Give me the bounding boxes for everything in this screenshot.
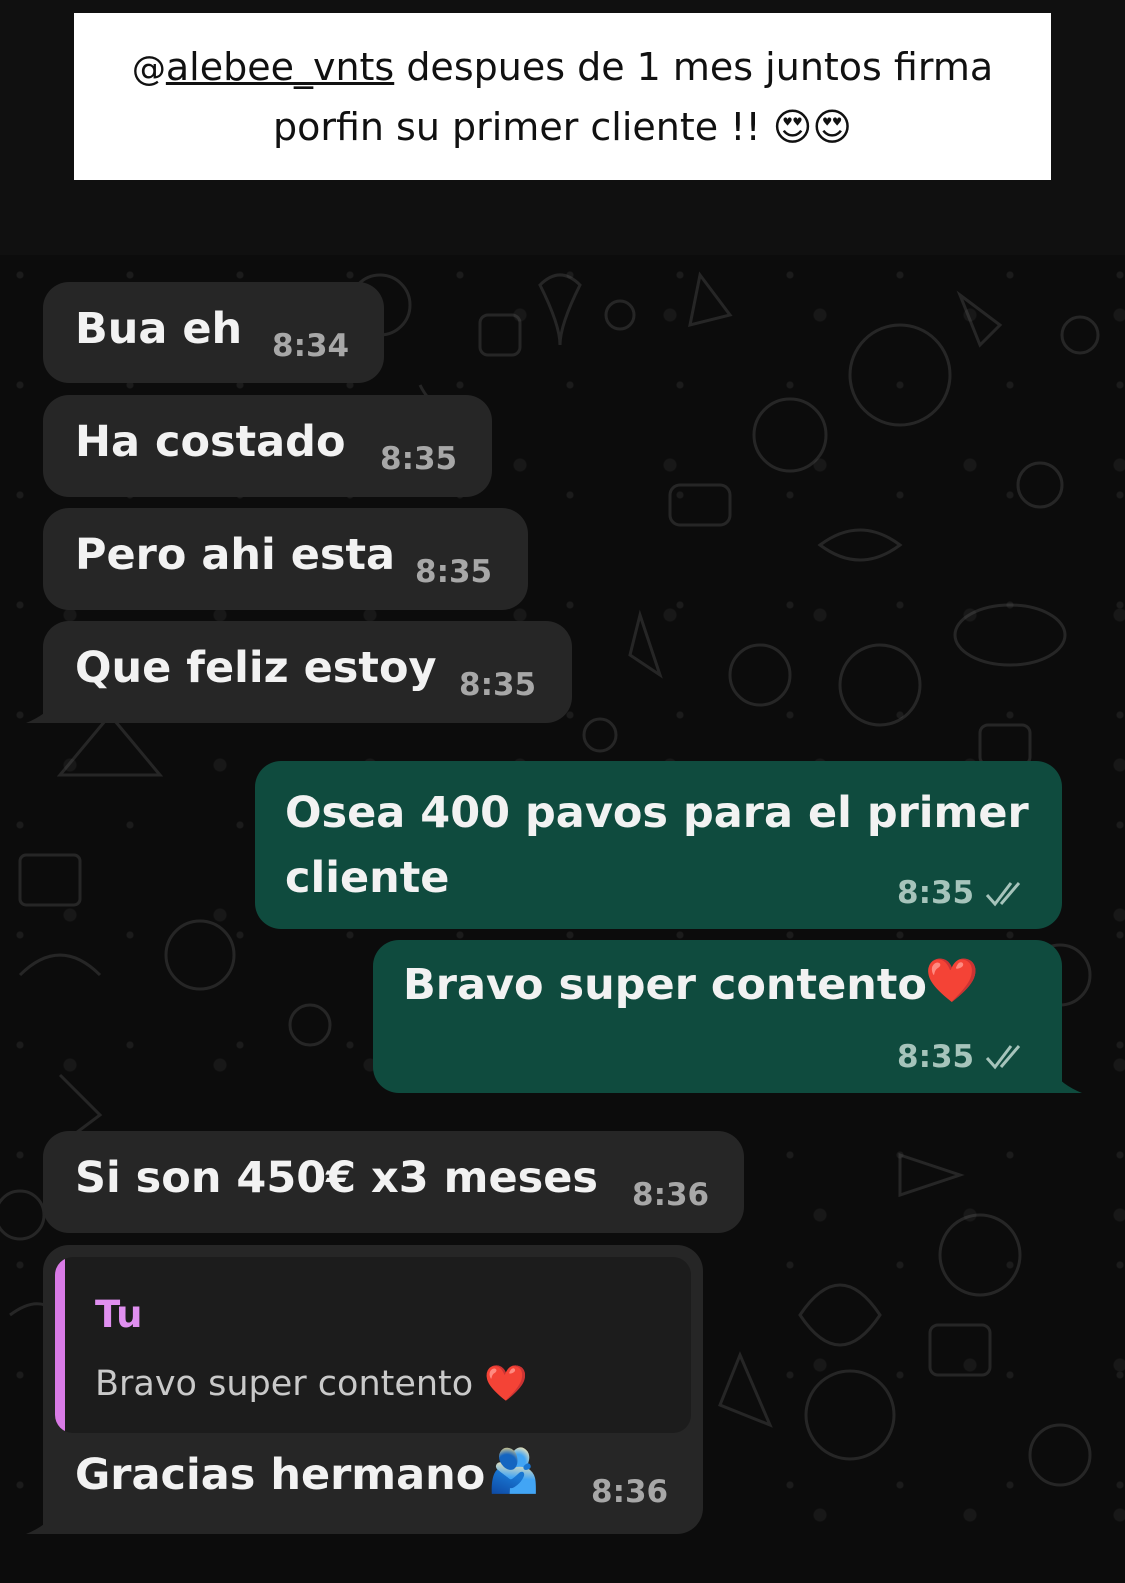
bubble-tail: [1052, 1071, 1082, 1093]
bubble-tail: [26, 701, 56, 723]
read-receipt-icon: [985, 1045, 1021, 1070]
message-timestamp: 8:35: [897, 875, 975, 911]
hug-emoji-icon: 🫂: [487, 1446, 541, 1496]
message-text: Pero ahi esta: [75, 530, 396, 580]
message-bubble-outgoing[interactable]: Osea 400 pavos para el primer cliente 8:…: [255, 761, 1062, 929]
message-bubble-incoming[interactable]: Ha costado 8:35: [43, 395, 492, 497]
message-timestamp: 8:35: [415, 554, 493, 590]
heart-emoji-icon: ❤️: [925, 956, 979, 1006]
message-text: Ha costado: [75, 417, 346, 467]
message-text: Si son 450€ x3 meses: [75, 1153, 598, 1203]
message-text: Gracias hermano: [75, 1450, 486, 1500]
caption-line2: porfin su primer cliente !! 😍😍: [272, 104, 853, 149]
message-bubble-incoming[interactable]: Si son 450€ x3 meses 8:36: [43, 1131, 744, 1233]
message-text-line2: cliente: [285, 853, 450, 903]
story-caption-area: @alebee_vnts despues de 1 mes juntos fir…: [0, 0, 1125, 255]
quote-author: Tu: [95, 1293, 143, 1336]
at-sign-icon: @: [131, 48, 166, 89]
message-bubble-incoming[interactable]: Bua eh 8:34: [43, 282, 384, 383]
quote-accent-bar: [55, 1257, 65, 1433]
message-bubble-outgoing[interactable]: Bravo super contento ❤️ 8:35: [373, 940, 1062, 1093]
message-timestamp: 8:36: [632, 1177, 710, 1213]
message-text: Que feliz estoy: [75, 643, 437, 693]
message-bubble-incoming[interactable]: Que feliz estoy 8:35: [43, 621, 572, 723]
bubble-tail: [26, 1512, 56, 1534]
caption-mention[interactable]: alebee_vnts: [166, 45, 394, 89]
message-text: Bua eh: [75, 304, 243, 354]
read-receipt-icon: [985, 882, 1021, 907]
message-timestamp: 8:36: [591, 1474, 669, 1510]
heart-emoji-icon: ❤️: [484, 1364, 528, 1404]
quoted-message[interactable]: Tu Bravo super contento ❤️: [55, 1257, 691, 1433]
chat-background: Bua eh 8:34 Ha costado 8:35 Pero ahi est…: [0, 255, 1125, 1583]
message-text-line1: Osea 400 pavos para el primer: [285, 788, 1029, 838]
message-timestamp: 8:35: [380, 441, 458, 477]
story-caption: @alebee_vnts despues de 1 mes juntos fir…: [74, 13, 1051, 180]
message-bubble-incoming-reply[interactable]: Tu Bravo super contento ❤️ Gracias herma…: [43, 1245, 703, 1534]
message-bubble-incoming[interactable]: Pero ahi esta 8:35: [43, 508, 528, 610]
message-timestamp: 8:35: [897, 1039, 975, 1075]
caption-line1: despues de 1 mes juntos firma: [394, 44, 994, 89]
message-text: Bravo super contento: [403, 960, 927, 1010]
message-timestamp: 8:35: [459, 667, 537, 703]
message-timestamp: 8:34: [272, 328, 350, 364]
quote-text: Bravo super contento ❤️: [95, 1364, 528, 1404]
